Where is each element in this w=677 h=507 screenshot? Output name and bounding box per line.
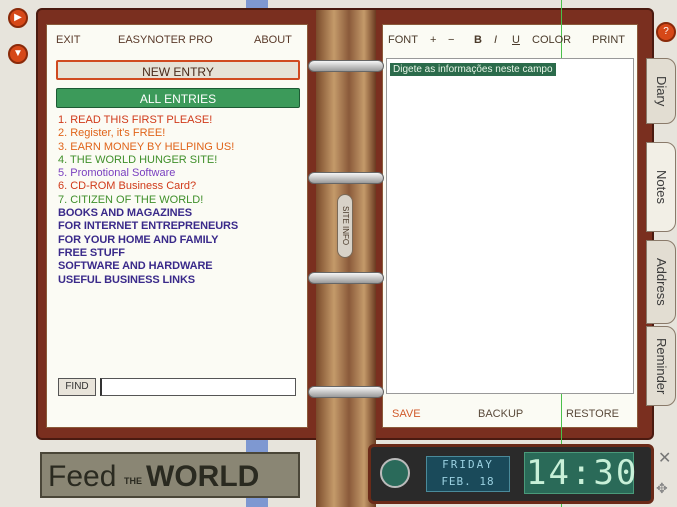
list-item[interactable]: 4. THE WORLD HUNGER SITE! bbox=[58, 154, 298, 167]
exit-menu-item[interactable]: EXIT bbox=[56, 34, 80, 46]
editor-text: Digete as informações neste campo bbox=[390, 63, 556, 76]
format-toolbar: FONT + − B I U COLOR PRINT bbox=[386, 34, 634, 48]
about-menu-item[interactable]: ABOUT bbox=[254, 34, 292, 46]
day-label: FRIDAY bbox=[442, 458, 494, 471]
color-button[interactable]: COLOR bbox=[532, 34, 571, 46]
category-item[interactable]: SOFTWARE AND HARDWARE bbox=[58, 260, 298, 273]
category-item[interactable]: FOR YOUR HOME AND FAMILY bbox=[58, 234, 298, 247]
bold-button[interactable]: B bbox=[474, 34, 482, 46]
chevron-down-icon[interactable]: ▼ bbox=[8, 44, 28, 64]
new-entry-button[interactable]: NEW ENTRY bbox=[56, 60, 300, 80]
category-item[interactable]: BOOKS AND MAGAZINES bbox=[58, 207, 298, 220]
category-item[interactable]: USEFUL BUSINESS LINKS bbox=[58, 274, 298, 287]
underline-button[interactable]: U bbox=[512, 34, 520, 46]
save-button[interactable]: SAVE bbox=[392, 408, 421, 420]
binder-ring bbox=[308, 60, 384, 72]
list-item[interactable]: 2. Register, it's FREE! bbox=[58, 127, 298, 140]
list-item[interactable]: 6. CD-ROM Business Card? bbox=[58, 180, 298, 193]
note-editor[interactable]: Digete as informações neste campo bbox=[386, 58, 634, 394]
list-item[interactable]: 5. Promotional Software bbox=[58, 167, 298, 180]
tab-notes[interactable]: Notes bbox=[646, 142, 676, 232]
tab-address[interactable]: Address bbox=[646, 240, 676, 324]
binder-ring bbox=[308, 172, 384, 184]
play-icon[interactable]: ▶ bbox=[8, 8, 28, 28]
tab-diary[interactable]: Diary bbox=[646, 58, 676, 124]
clock-toggle-button[interactable] bbox=[380, 458, 410, 488]
binder-ring bbox=[308, 386, 384, 398]
question-icon[interactable]: ? bbox=[656, 22, 676, 42]
backup-button[interactable]: BACKUP bbox=[478, 408, 523, 420]
time-label: 14:30 bbox=[526, 453, 639, 493]
find-input[interactable] bbox=[100, 378, 296, 396]
italic-button[interactable]: I bbox=[494, 34, 497, 46]
app-title: EASYNOTER PRO bbox=[118, 34, 213, 46]
date-label: FEB. 18 bbox=[441, 475, 495, 488]
all-entries-button[interactable]: ALL ENTRIES bbox=[56, 88, 300, 108]
category-item[interactable]: FREE STUFF bbox=[58, 247, 298, 260]
list-item[interactable]: 3. EARN MONEY BY HELPING US! bbox=[58, 141, 298, 154]
list-item[interactable]: 1. READ THIS FIRST PLEASE! bbox=[58, 114, 298, 127]
category-item[interactable]: FOR INTERNET ENTREPRENEURS bbox=[58, 220, 298, 233]
find-button[interactable]: FIND bbox=[58, 378, 96, 396]
feed-the-world-logo[interactable]: Feed THE WORLD bbox=[40, 452, 300, 498]
move-icon[interactable]: ✥ bbox=[656, 480, 674, 498]
print-button[interactable]: PRINT bbox=[592, 34, 625, 46]
spine-label[interactable]: SITE INFO bbox=[337, 194, 353, 258]
list-item[interactable]: 7. CITIZEN OF THE WORLD! bbox=[58, 194, 298, 207]
bottom-bar: SAVE BACKUP RESTORE bbox=[386, 408, 634, 422]
binder-ring bbox=[308, 272, 384, 284]
notebook-spine bbox=[316, 10, 376, 507]
font-button[interactable]: FONT bbox=[388, 34, 418, 46]
restore-button[interactable]: RESTORE bbox=[566, 408, 619, 420]
entries-list: 1. READ THIS FIRST PLEASE! 2. Register, … bbox=[58, 114, 298, 370]
font-decrease-button[interactable]: − bbox=[448, 34, 454, 46]
font-increase-button[interactable]: + bbox=[430, 34, 436, 46]
close-icon[interactable]: ✕ bbox=[658, 448, 674, 468]
left-menu-bar: EXIT EASYNOTER PRO ABOUT bbox=[54, 34, 304, 48]
tab-reminder[interactable]: Reminder bbox=[646, 326, 676, 406]
